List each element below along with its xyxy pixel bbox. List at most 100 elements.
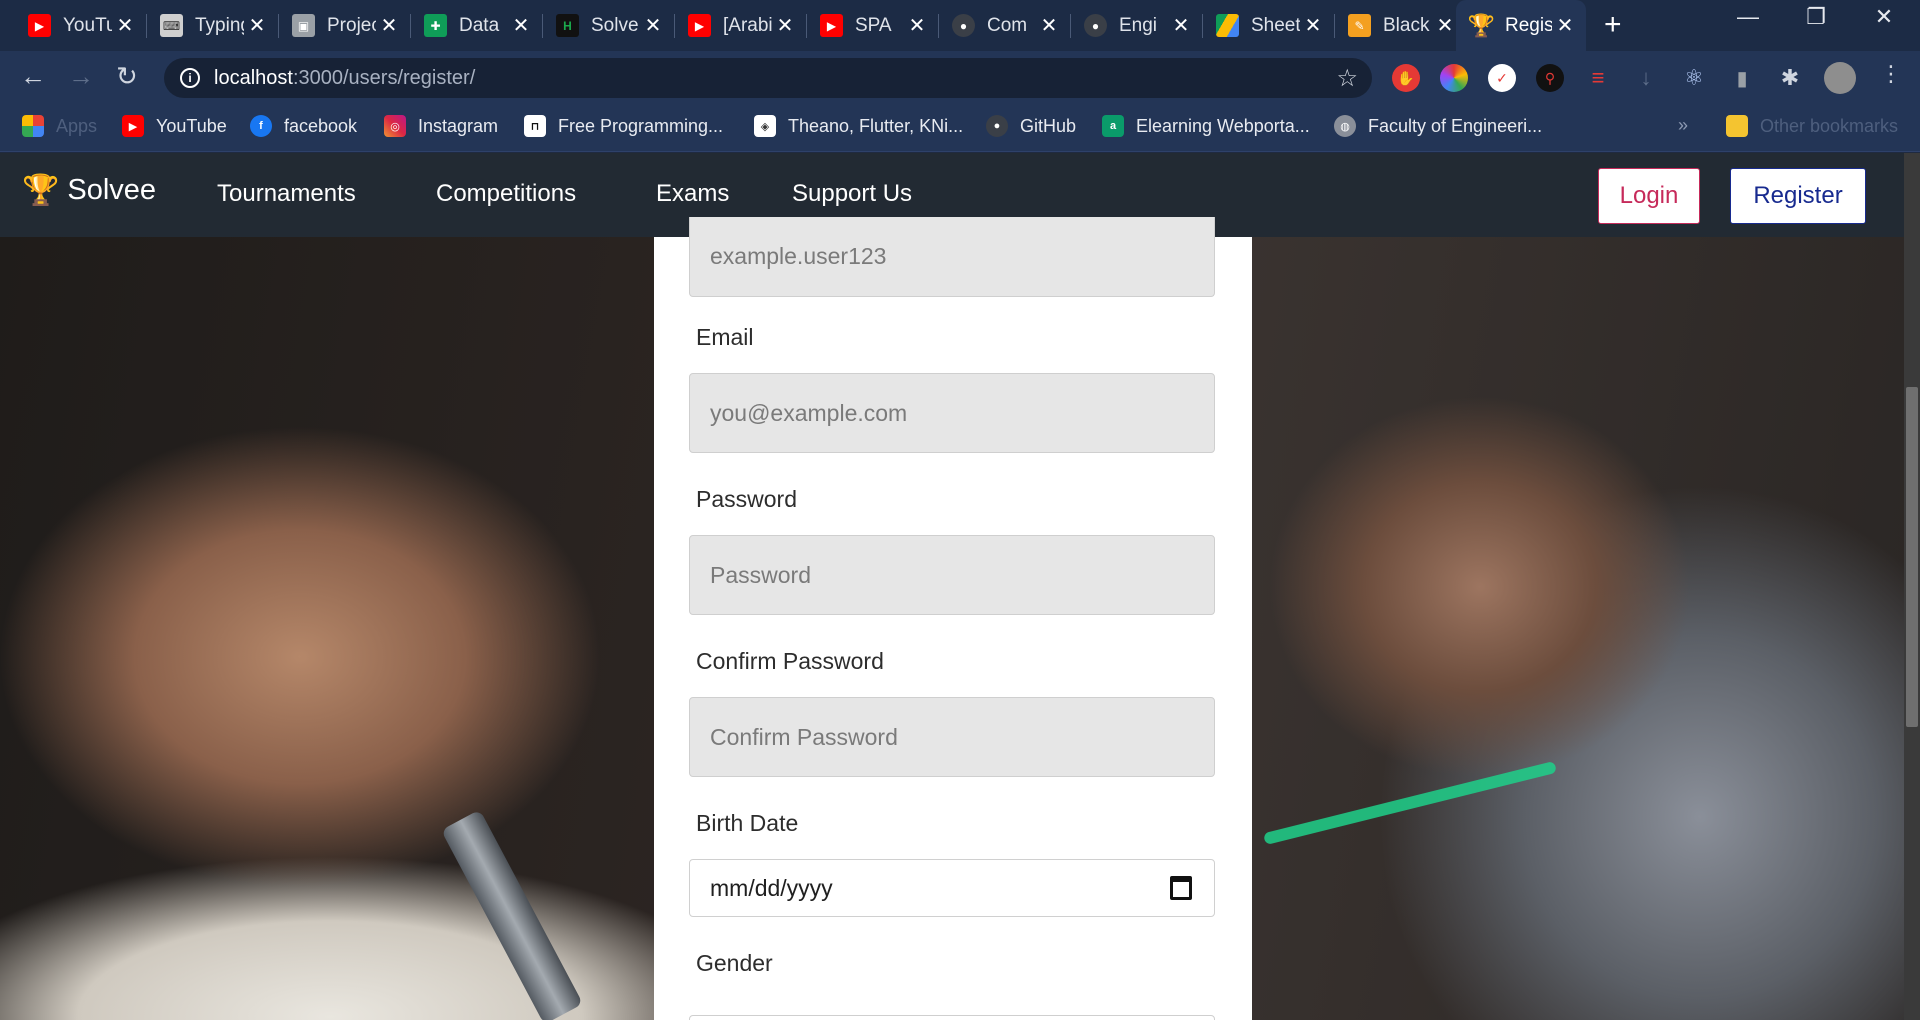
nav-exams[interactable]: Exams — [656, 180, 729, 208]
bookmark-label: Other bookmarks — [1760, 115, 1899, 136]
tab-label: Solve — [591, 14, 639, 36]
tab-label: Sheet — [1251, 14, 1300, 36]
birth-date-placeholder: mm/dd/yyyy — [710, 874, 833, 901]
trophy-icon: 🏆 — [22, 174, 60, 207]
tab-close-icon[interactable]: ✕ — [1300, 13, 1326, 38]
tab-close-icon[interactable]: ✕ — [244, 13, 270, 38]
tab-black[interactable]: ✎ Black ✕ — [1334, 0, 1466, 51]
calendar-icon[interactable] — [1170, 876, 1192, 900]
tab-close-icon[interactable]: ✕ — [640, 13, 666, 38]
nav-support-us[interactable]: Support Us — [792, 180, 912, 208]
tab-projects[interactable]: ▣ Projects ✕ — [278, 0, 410, 51]
address-bar[interactable]: i localhost :3000/users/register/ ☆ — [164, 58, 1372, 98]
tab-label: Data — [459, 14, 500, 36]
tab-sheet[interactable]: Sheet ✕ — [1202, 0, 1334, 51]
password-label: Password — [696, 486, 797, 512]
color-picker-extension-icon[interactable] — [1440, 64, 1468, 92]
bookmark-youtube[interactable]: ▶ YouTube — [122, 115, 227, 137]
browser-tab-strip: ▶ YouTube ✕ ⌨ Typing ✕ ▣ Projects ✕ ✚ Da… — [0, 0, 1920, 51]
profile-avatar[interactable] — [1824, 62, 1856, 94]
gender-label: Gender — [696, 950, 773, 976]
bookmark-label: Theano, Flutter, KNi... — [788, 115, 964, 136]
minimize-button[interactable]: — — [1718, 4, 1778, 30]
tab-spa[interactable]: ▶ SPA ✕ — [806, 0, 938, 51]
react-devtools-icon[interactable]: ⚛ — [1680, 64, 1708, 92]
pencil-icon: ✎ — [1348, 14, 1371, 37]
page-viewport: 🏆 Solvee Tournaments Competitions Exams … — [0, 153, 1920, 1020]
folder-icon — [1726, 115, 1748, 137]
bookmark-faculty[interactable]: ◍ Faculty of Engineeri... — [1334, 115, 1542, 137]
browser-toolbar: ← → ↻ i localhost :3000/users/register/ … — [0, 51, 1920, 105]
brand-logo[interactable]: 🏆 Solvee — [22, 173, 156, 208]
password-input[interactable]: Password — [689, 535, 1215, 615]
tab-close-icon[interactable]: ✕ — [376, 13, 402, 38]
email-input[interactable]: you@example.com — [689, 373, 1215, 453]
mouse-extension-icon[interactable]: ▮ — [1728, 64, 1756, 92]
typing-icon: ⌨ — [160, 14, 183, 37]
tab-youtube[interactable]: ▶ YouTube ✕ — [14, 0, 146, 51]
tab-close-icon[interactable]: ✕ — [508, 13, 534, 38]
register-button[interactable]: Register — [1730, 168, 1866, 224]
confirm-password-label: Confirm Password — [696, 648, 884, 674]
bookmark-facebook[interactable]: f facebook — [250, 115, 357, 137]
tab-data[interactable]: ✚ Data ✕ — [410, 0, 542, 51]
nav-tournaments[interactable]: Tournaments — [217, 180, 356, 208]
free-programming-icon: ⊓ — [524, 115, 546, 137]
search-extension-icon[interactable]: ⚲ — [1536, 64, 1564, 92]
nav-competitions[interactable]: Competitions — [436, 180, 576, 208]
tab-label: Black — [1383, 14, 1430, 36]
bookmark-github[interactable]: ● GitHub — [986, 115, 1076, 137]
site-info-icon[interactable]: i — [180, 68, 200, 88]
url-host: localhost — [214, 66, 293, 89]
bookmark-theano[interactable]: ◈ Theano, Flutter, KNi... — [754, 115, 963, 137]
tab-arabic[interactable]: ▶ [Arabic] ✕ — [674, 0, 806, 51]
tab-close-icon[interactable]: ✕ — [1168, 13, 1194, 38]
adblock-extension-icon[interactable]: ✋ — [1392, 64, 1420, 92]
extensions-puzzle-icon[interactable]: ✱ — [1776, 64, 1804, 92]
tab-label: YouTube — [63, 14, 112, 36]
login-button[interactable]: Login — [1598, 168, 1700, 224]
apps-grid-icon — [22, 115, 44, 137]
bookmark-label: Instagram — [418, 115, 499, 136]
bookmark-label: Apps — [56, 115, 98, 136]
tab-close-icon[interactable]: ✕ — [1552, 13, 1578, 38]
tab-close-icon[interactable]: ✕ — [1432, 13, 1458, 38]
tab-close-icon[interactable]: ✕ — [904, 13, 930, 38]
bookmark-instagram[interactable]: ◎ Instagram — [384, 115, 498, 137]
tab-close-icon[interactable]: ✕ — [112, 13, 138, 38]
grammar-extension-icon[interactable]: ✓ — [1488, 64, 1516, 92]
tab-engi[interactable]: ● Engi ✕ — [1070, 0, 1202, 51]
bookmark-elearning[interactable]: a Elearning Webporta... — [1102, 115, 1310, 137]
github-icon: ● — [952, 14, 975, 37]
reload-icon[interactable]: ↻ — [116, 61, 138, 92]
github-icon: ● — [986, 115, 1008, 137]
bookmarks-overflow-chevron[interactable]: » — [1678, 115, 1688, 136]
bookmark-apps[interactable]: Apps — [22, 115, 97, 137]
tab-close-icon[interactable]: ✕ — [772, 13, 798, 38]
download-extension-icon[interactable]: ↓ — [1632, 64, 1660, 92]
gender-select[interactable] — [689, 1015, 1215, 1020]
list-extension-icon[interactable]: ≡ — [1584, 64, 1612, 92]
forward-arrow-icon[interactable]: → — [68, 61, 94, 92]
bookmark-star-icon[interactable]: ☆ — [1336, 64, 1358, 93]
bookmark-label: YouTube — [156, 115, 227, 136]
scrollbar-thumb[interactable] — [1906, 387, 1918, 727]
tab-label: Register — [1505, 14, 1552, 36]
page-scrollbar[interactable] — [1904, 153, 1920, 1020]
browser-menu-icon[interactable]: ⋮ — [1880, 61, 1902, 87]
tab-solve[interactable]: H Solve ✕ — [542, 0, 674, 51]
tab-register-active[interactable]: 🏆 Register ✕ — [1456, 0, 1586, 51]
bookmark-other[interactable]: Other bookmarks — [1726, 115, 1898, 137]
bookmark-free-programming[interactable]: ⊓ Free Programming... — [524, 115, 723, 137]
confirm-password-input[interactable]: Confirm Password — [689, 697, 1215, 777]
birth-date-input[interactable]: mm/dd/yyyy — [689, 859, 1215, 917]
tab-typing[interactable]: ⌨ Typing ✕ — [146, 0, 278, 51]
username-input[interactable]: example.user123 — [689, 217, 1215, 297]
new-tab-button[interactable]: + — [1604, 8, 1622, 42]
close-window-button[interactable]: ✕ — [1854, 4, 1914, 30]
restore-button[interactable]: ❐ — [1786, 4, 1846, 30]
tab-close-icon[interactable]: ✕ — [1036, 13, 1062, 38]
tab-com[interactable]: ● Com ✕ — [938, 0, 1070, 51]
back-arrow-icon[interactable]: ← — [20, 61, 46, 92]
bookmark-label: GitHub — [1020, 115, 1077, 136]
